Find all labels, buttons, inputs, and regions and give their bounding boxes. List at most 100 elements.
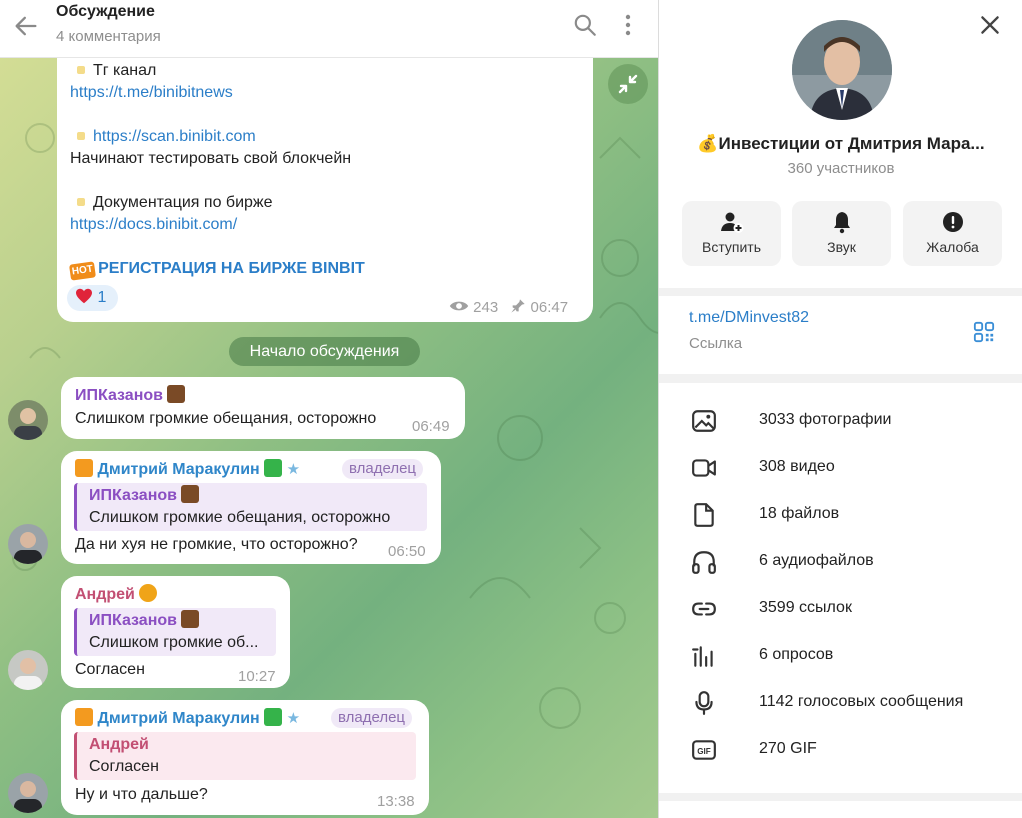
shared-media-list: 3033 фотографии 308 видео 18 файлов 6 ау… bbox=[659, 383, 1022, 793]
file-icon bbox=[694, 503, 714, 527]
close-icon[interactable] bbox=[977, 12, 1003, 38]
message-text: Слишком громкие обещания, осторожно bbox=[75, 410, 377, 427]
gif-icon: GIF bbox=[692, 740, 716, 760]
channel-avatar[interactable] bbox=[792, 20, 892, 120]
message-author[interactable]: ИПКазанов bbox=[75, 385, 186, 407]
more-vertical-icon[interactable] bbox=[618, 12, 638, 38]
message-time: 10:27 bbox=[238, 668, 276, 685]
sound-button[interactable]: Звук bbox=[792, 201, 891, 266]
media-label: 308 видео bbox=[759, 458, 835, 475]
reply-quote[interactable]: ИПКазанов Слишком громкие об... bbox=[74, 608, 276, 656]
message-author[interactable]: Андрей bbox=[75, 584, 158, 606]
add-user-icon bbox=[721, 212, 744, 233]
media-row-polls[interactable]: 6 опросов bbox=[659, 633, 1022, 680]
quote-text: Согласен bbox=[89, 758, 159, 775]
reply-quote[interactable]: ИПКазанов Слишком громкие обещания, осто… bbox=[74, 483, 427, 531]
media-label: 6 опросов bbox=[759, 646, 834, 663]
channel-link-label: Ссылка bbox=[689, 335, 743, 352]
comment-count: 4 комментария bbox=[56, 28, 161, 45]
register-link[interactable]: РЕГИСТРАЦИЯ НА БИРЖЕ BINBIT bbox=[98, 260, 365, 277]
post-link[interactable]: https://docs.binibit.com/ bbox=[70, 214, 237, 236]
post-link[interactable]: https://scan.binibit.com bbox=[93, 128, 256, 145]
post-line: https://scan.binibit.com bbox=[70, 126, 256, 148]
post-line: HOT РЕГИСТРАЦИЯ НА БИРЖЕ BINBIT bbox=[69, 258, 365, 281]
message-author[interactable]: Дмитрий Маракулин ★ bbox=[75, 708, 300, 730]
heart-reaction[interactable]: 1 bbox=[67, 285, 118, 311]
message-text: Согласен bbox=[75, 661, 145, 678]
bullet-icon bbox=[77, 197, 85, 206]
message-time: 06:50 bbox=[388, 543, 426, 560]
avatar[interactable] bbox=[8, 650, 48, 690]
channel-link[interactable]: t.me/DMinvest82 bbox=[689, 309, 809, 327]
sparkle-icon bbox=[264, 708, 283, 726]
microphone-icon bbox=[695, 691, 713, 715]
media-row-audio[interactable]: 6 аудиофайлов bbox=[659, 539, 1022, 586]
video-icon bbox=[692, 459, 716, 477]
media-label: 270 GIF bbox=[759, 740, 817, 757]
message-text: Ну и что дальше? bbox=[75, 786, 208, 803]
report-label: Жалоба bbox=[926, 239, 979, 255]
media-label: 1142 голосовых сообщения bbox=[759, 693, 964, 710]
photo-icon bbox=[692, 410, 716, 432]
quote-author: ИПКазанов bbox=[89, 485, 200, 507]
svg-text:GIF: GIF bbox=[697, 747, 711, 756]
quote-text: Слишком громкие об... bbox=[89, 634, 259, 651]
link-icon bbox=[692, 602, 716, 616]
collapse-button[interactable] bbox=[608, 64, 648, 104]
sparkle-icon bbox=[264, 459, 283, 477]
bullet-icon bbox=[77, 131, 85, 140]
back-arrow-icon[interactable] bbox=[12, 12, 40, 40]
alert-icon bbox=[943, 212, 963, 232]
channel-post: Тг канал https://t.me/binibitnews https:… bbox=[57, 58, 593, 322]
channel-header-section: 💰Инвестиции от Дмитрия Мара... 360 участ… bbox=[659, 0, 1022, 288]
sparkle-icon bbox=[75, 708, 93, 726]
star-icon: ★ bbox=[286, 710, 301, 727]
chat-panel: Обсуждение 4 комментария Тг канал https:… bbox=[0, 0, 658, 818]
post-text: Тг канал bbox=[93, 62, 157, 79]
message-bubble: ИПКазанов Слишком громкие обещания, осто… bbox=[61, 377, 465, 439]
bell-icon bbox=[834, 212, 850, 234]
post-meta: 243 06:47 bbox=[449, 297, 568, 319]
media-row-links[interactable]: 3599 ссылок bbox=[659, 586, 1022, 633]
info-bottom-section bbox=[659, 801, 1022, 818]
avatar[interactable] bbox=[8, 524, 48, 564]
avatar[interactable] bbox=[8, 773, 48, 813]
channel-title: 💰Инвестиции от Дмитрия Мара... bbox=[697, 134, 985, 153]
join-button[interactable]: Вступить bbox=[682, 201, 781, 266]
member-count: 360 участников bbox=[787, 160, 895, 177]
reaction-count: 1 bbox=[97, 289, 107, 306]
owner-badge: владелец bbox=[342, 459, 424, 479]
sound-label: Звук bbox=[827, 239, 856, 255]
bitcoin-icon bbox=[139, 584, 158, 602]
message-bubble: Дмитрий Маракулин ★ владелец ИПКазанов С… bbox=[61, 451, 441, 564]
sparkle-icon bbox=[75, 459, 93, 477]
post-text: Документация по бирже bbox=[93, 194, 273, 211]
post-time: 06:47 bbox=[530, 299, 569, 316]
post-text: Начинают тестировать свой блокчейн bbox=[70, 150, 352, 167]
qr-code-icon[interactable] bbox=[973, 321, 995, 343]
message-text: Да ни хуя не громкие, что осторожно? bbox=[75, 536, 358, 553]
post-line: Тг канал bbox=[70, 60, 156, 82]
message-time: 13:38 bbox=[377, 793, 415, 810]
message-author[interactable]: Дмитрий Маракулин ★ bbox=[75, 459, 300, 481]
heart-icon bbox=[76, 288, 92, 304]
channel-link-section: t.me/DMinvest82 Ссылка bbox=[659, 296, 1022, 374]
reply-quote[interactable]: Андрей Согласен bbox=[74, 732, 416, 780]
star-icon: ★ bbox=[286, 461, 301, 478]
media-row-voice[interactable]: 1142 голосовых сообщения bbox=[659, 680, 1022, 727]
media-label: 3033 фотографии bbox=[759, 411, 892, 428]
avatar[interactable] bbox=[8, 400, 48, 440]
briefcase-icon bbox=[167, 385, 186, 403]
media-row-files[interactable]: 18 файлов bbox=[659, 492, 1022, 539]
media-row-gifs[interactable]: GIF 270 GIF bbox=[659, 727, 1022, 774]
join-label: Вступить bbox=[701, 239, 761, 255]
media-row-videos[interactable]: 308 видео bbox=[659, 445, 1022, 492]
chat-header: Обсуждение 4 комментария bbox=[0, 0, 658, 58]
search-icon[interactable] bbox=[572, 12, 598, 38]
media-row-photos[interactable]: 3033 фотографии bbox=[659, 398, 1022, 445]
channel-info-panel: 💰Инвестиции от Дмитрия Мара... 360 участ… bbox=[658, 0, 1022, 818]
pin-icon bbox=[511, 299, 526, 313]
report-button[interactable]: Жалоба bbox=[903, 201, 1002, 266]
message-bubble: Андрей ИПКазанов Слишком громкие об... С… bbox=[61, 576, 290, 688]
post-link[interactable]: https://t.me/binibitnews bbox=[70, 82, 233, 104]
